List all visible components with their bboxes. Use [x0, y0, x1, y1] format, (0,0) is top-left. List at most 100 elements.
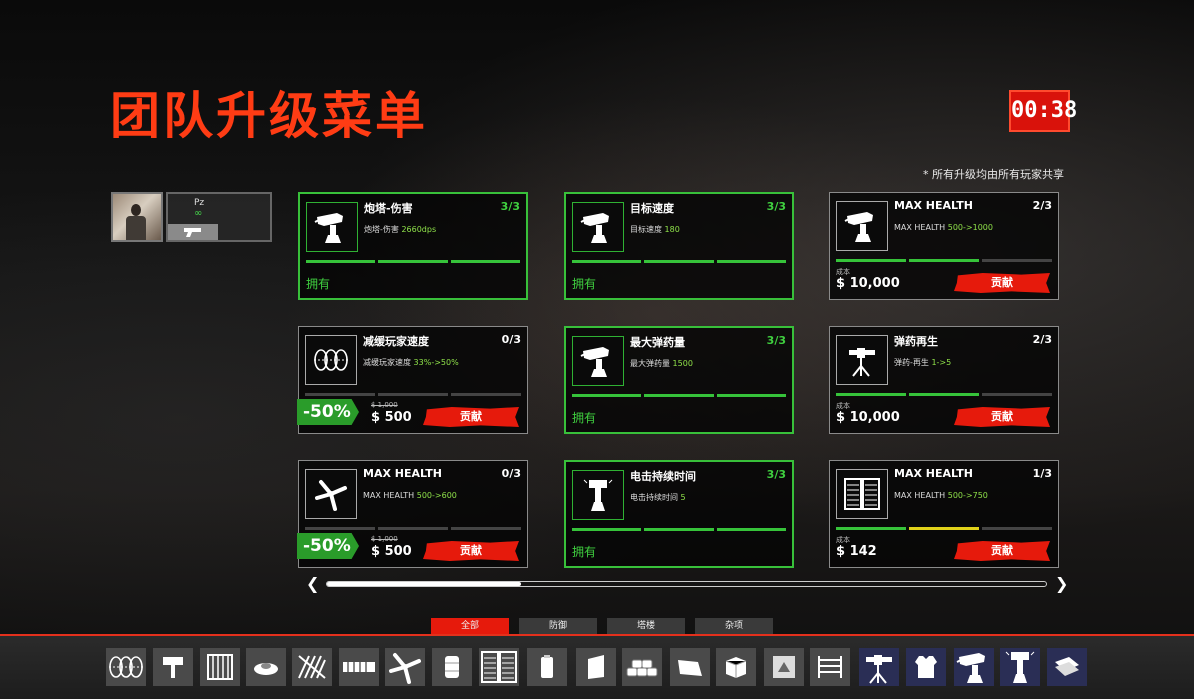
upgrade-card[interactable]: MAX HEALTH 2/3 MAX HEALTH 500->1000 成本 $ 10,… — [829, 192, 1059, 300]
turret-icon — [955, 649, 993, 685]
shield-panel-icon — [584, 653, 608, 681]
desc-arrow: -> — [936, 358, 947, 367]
desc-label: 弹药-再生 — [894, 358, 929, 367]
tray-slot[interactable] — [479, 648, 519, 686]
tesla-coil-icon — [572, 470, 624, 520]
countdown-timer: 00:38 — [1009, 90, 1077, 132]
tab-defense[interactable]: 防御 — [519, 618, 597, 634]
tray-slot[interactable] — [1000, 648, 1040, 686]
desc-arrow: -> — [432, 491, 442, 500]
desc-label: MAX HEALTH — [894, 491, 946, 500]
tab-towers[interactable]: 塔楼 — [607, 618, 685, 634]
metal-gate-icon — [206, 653, 234, 681]
tray-slot[interactable] — [153, 648, 193, 686]
desc-current-value: 1500 — [672, 359, 693, 368]
horizontal-scrollbar[interactable] — [326, 581, 1047, 587]
spike-barrier-icon — [297, 654, 327, 680]
contribute-button[interactable]: 贡献 — [423, 541, 519, 561]
upgrade-description: 目标速度 180 — [630, 224, 680, 235]
turret-icon — [306, 202, 358, 252]
upgrade-description: MAX HEALTH 500->1000 — [894, 223, 993, 232]
tray-slot[interactable] — [200, 648, 240, 686]
cost-value: $ 10,000 — [836, 410, 900, 425]
upgrade-name: 最大弹药量 — [630, 336, 685, 349]
upgrade-card[interactable]: MAX HEALTH 1/3 MAX HEALTH 500->750 成本 $ 142 贡… — [829, 460, 1059, 568]
tray-slot[interactable] — [339, 648, 379, 686]
desc-current-value: 500 — [947, 223, 964, 232]
upgrade-progress — [305, 393, 521, 396]
progress-segment — [909, 527, 979, 530]
upgrade-progress — [305, 527, 521, 530]
landmine-icon — [252, 657, 280, 677]
desc-current-value: 33% — [413, 358, 432, 367]
tab-all[interactable]: 全部 — [431, 618, 509, 634]
upgrade-progress — [836, 259, 1052, 262]
progress-segment — [306, 260, 376, 263]
desc-arrow: -> — [963, 491, 973, 500]
tray-slot[interactable] — [576, 648, 616, 686]
owned-label: 拥有 — [572, 411, 597, 425]
contribute-button[interactable]: 贡献 — [954, 273, 1050, 293]
progress-segment — [982, 393, 1052, 396]
tray-slot[interactable] — [810, 648, 850, 686]
owned-label: 拥有 — [306, 277, 331, 291]
tray-slot[interactable] — [1047, 648, 1087, 686]
upgrade-name: 电击持续时间 — [630, 470, 696, 483]
upgrade-card[interactable]: 最大弹药量 3/3 最大弹药量 1500 拥有 — [564, 326, 794, 434]
tray-slot[interactable] — [622, 648, 662, 686]
upgrade-card[interactable]: 电击持续时间 3/3 电击持续时间 5 拥有 — [564, 460, 794, 568]
page-title: 团队升级菜单 — [110, 87, 428, 145]
tray-slot[interactable] — [764, 648, 804, 686]
tray-slot[interactable] — [432, 648, 472, 686]
desc-label: MAX HEALTH — [894, 223, 946, 232]
upgrade-level: 3/3 — [766, 334, 786, 347]
upgrade-card[interactable]: 目标速度 3/3 目标速度 180 拥有 — [564, 192, 794, 300]
desc-label: 电击持续时间 — [630, 493, 678, 502]
tab-misc[interactable]: 杂项 — [695, 618, 773, 634]
upgrade-card[interactable]: 弹药再生 2/3 弹药-再生 1->5 成本 $ 10,000 贡献 — [829, 326, 1059, 434]
desc-current-value: 500 — [947, 491, 964, 500]
desc-target-value: 1000 — [972, 223, 993, 232]
tray-slot[interactable] — [246, 648, 286, 686]
tray-slot[interactable] — [670, 648, 710, 686]
mounted-gun-icon — [860, 649, 898, 685]
tray-slot[interactable] — [716, 648, 756, 686]
progress-segment — [836, 259, 906, 262]
upgrade-card[interactable]: 减缓玩家速度 0/3 减缓玩家速度 33%->50% -50% $ 1,000 $ 500… — [297, 326, 528, 434]
upgrade-name: 目标速度 — [630, 202, 674, 215]
tray-slot[interactable] — [385, 648, 425, 686]
player-avatar[interactable] — [111, 192, 163, 242]
tray-slot[interactable] — [527, 648, 567, 686]
original-price: $ 1,000 — [371, 401, 398, 409]
double-door-icon — [836, 469, 888, 519]
tray-slot[interactable] — [954, 648, 994, 686]
progress-segment — [644, 528, 714, 531]
tray-slot[interactable] — [106, 648, 146, 686]
tray-slot[interactable] — [906, 648, 946, 686]
scrollbar-thumb[interactable] — [327, 582, 521, 586]
progress-segment — [451, 393, 521, 396]
cash-icon — [1052, 654, 1082, 680]
discounted-price: $ 500 — [371, 544, 412, 559]
contribute-button[interactable]: 贡献 — [954, 407, 1050, 427]
scroll-left-icon[interactable]: ❮ — [306, 574, 319, 593]
upgrade-progress — [572, 260, 786, 263]
tray-slot[interactable] — [292, 648, 332, 686]
upgrade-card[interactable]: MAX HEALTH 0/3 MAX HEALTH 500->600 -50% $ 1,… — [297, 460, 528, 568]
contribute-button[interactable]: 贡献 — [423, 407, 519, 427]
upgrade-card[interactable]: 炮塔-伤害 3/3 炮塔-伤害 2660dps 拥有 — [298, 192, 528, 300]
sign-post-icon — [160, 654, 186, 680]
progress-segment — [982, 527, 1052, 530]
contribute-button[interactable]: 贡献 — [954, 541, 1050, 561]
upgrade-description: MAX HEALTH 500->600 — [363, 491, 457, 500]
upgrade-level: 0/3 — [501, 467, 521, 480]
avatar-head — [131, 204, 141, 216]
player-card[interactable]: Pz ∞ — [166, 192, 272, 242]
upgrade-level: 2/3 — [1032, 199, 1052, 212]
progress-segment — [716, 394, 786, 397]
upgrade-level: 3/3 — [766, 200, 786, 213]
armor-vest-icon — [913, 654, 939, 680]
tray-slot[interactable] — [859, 648, 899, 686]
scroll-right-icon[interactable]: ❯ — [1055, 574, 1068, 593]
upgrade-description: 炮塔-伤害 2660dps — [364, 224, 436, 235]
